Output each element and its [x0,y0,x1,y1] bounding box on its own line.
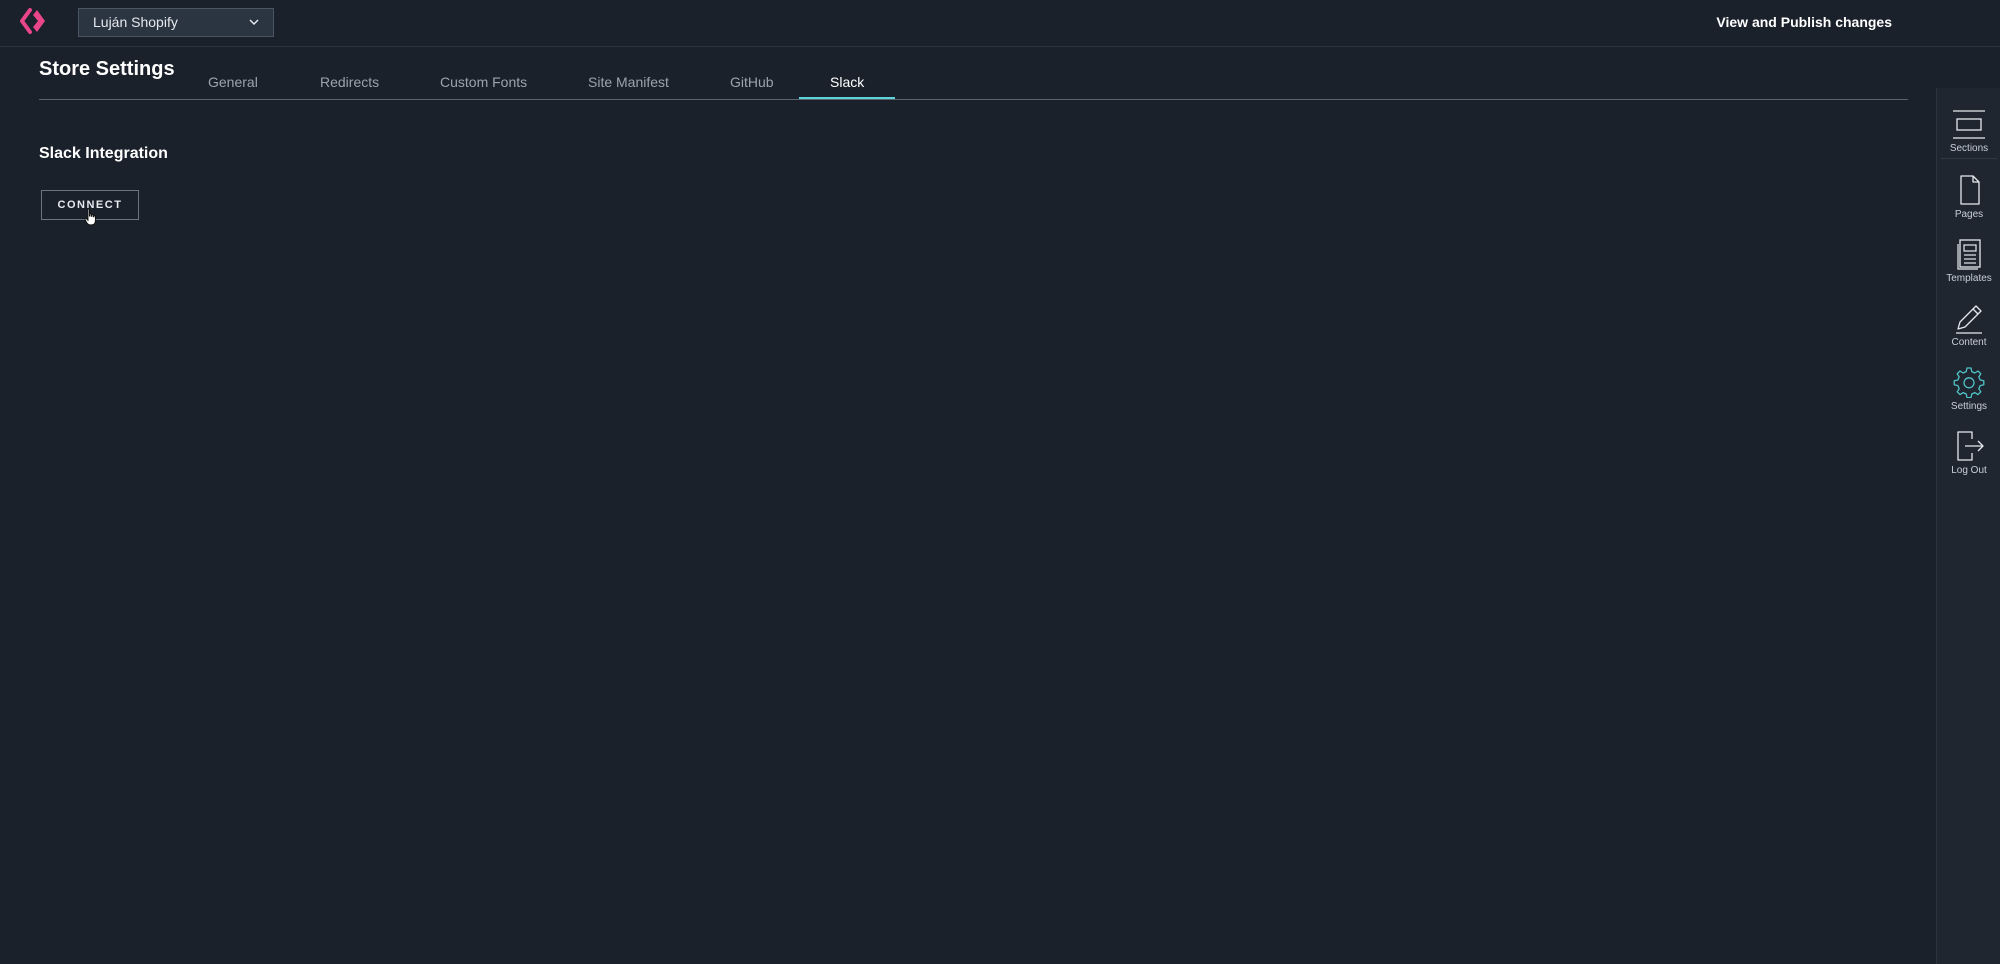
sidebar-item-label: Pages [1954,209,1984,220]
logout-icon [1957,431,1984,461]
sidebar-item-sections[interactable]: Sections [1937,108,2000,168]
tab-general[interactable]: General [208,74,258,90]
sidebar-divider [1941,158,1997,159]
sidebar-item-label: Templates [1946,273,1992,284]
top-bar: Luján Shopify View and Publish changes [0,0,2000,47]
template-icon [1957,239,1981,270]
tab-redirects[interactable]: Redirects [320,74,379,90]
page-icon [1960,175,1980,205]
tab-slack[interactable]: Slack [830,74,864,90]
store-selector-label: Luján Shopify [93,14,178,30]
section-title: Slack Integration [39,145,168,162]
view-and-publish-button[interactable]: View and Publish changes [1716,14,1892,30]
logo-icon[interactable] [20,6,50,36]
tab-custom-fonts[interactable]: Custom Fonts [440,74,527,90]
pencil-icon [1956,305,1982,334]
gear-icon [1953,367,1985,398]
sidebar-item-label: Settings [1950,401,1988,412]
sidebar-item-content[interactable]: Content [1937,302,2000,362]
sidebar-item-label: Content [1951,337,1987,348]
active-tab-indicator [799,97,895,99]
sidebar-item-log-out[interactable]: Log Out [1937,430,2000,490]
sidebar-item-label: Sections [1949,143,1989,154]
sidebar-item-pages[interactable]: Pages [1937,174,2000,234]
right-sidebar: Sections Pages Templates Content Setting… [1936,88,2000,964]
sidebar-item-templates[interactable]: Templates [1937,238,2000,298]
store-selector[interactable]: Luján Shopify [78,8,274,37]
sections-icon [1953,110,1985,139]
hand-cursor-icon [84,208,96,226]
sidebar-item-label: Log Out [1951,465,1987,476]
settings-tabs: General Redirects Custom Fonts Site Mani… [39,62,1908,100]
chevron-down-icon [249,19,259,26]
tab-site-manifest[interactable]: Site Manifest [588,74,669,90]
sidebar-item-settings[interactable]: Settings [1937,366,2000,426]
tab-github[interactable]: GitHub [730,74,774,90]
